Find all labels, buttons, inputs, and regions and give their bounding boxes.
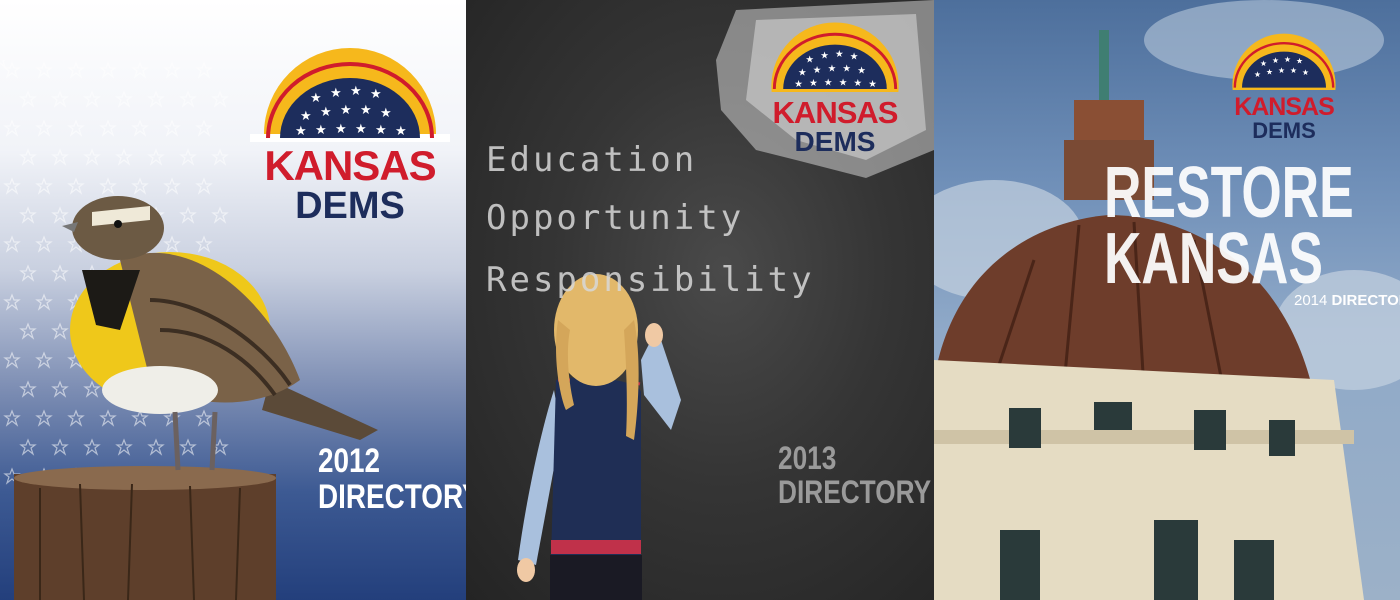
svg-text:★: ★ — [1260, 59, 1267, 68]
svg-text:★: ★ — [350, 84, 362, 99]
kansas-dems-logo: ★ ★ ★ ★ ★ ★ ★ ★ ★ KANSAS DEMS — [1224, 30, 1344, 142]
svg-text:★: ★ — [857, 66, 866, 77]
logo-kansas-text: KANSAS — [1234, 93, 1335, 121]
svg-text:★: ★ — [798, 68, 807, 79]
svg-text:★: ★ — [330, 86, 342, 101]
headline-kansas: KANSAS — [1104, 219, 1323, 300]
logo-dems-text: DEMS — [1252, 118, 1316, 143]
svg-text:★: ★ — [813, 65, 822, 76]
chalk-word-responsibility: Responsibility — [486, 260, 815, 300]
svg-text:★: ★ — [842, 63, 851, 74]
svg-text:★: ★ — [340, 103, 352, 118]
svg-text:★: ★ — [300, 109, 312, 124]
svg-text:★: ★ — [1296, 57, 1303, 66]
directory-word: DIRECTORY — [1331, 292, 1400, 309]
svg-text:★: ★ — [854, 78, 863, 89]
svg-text:★: ★ — [380, 106, 392, 121]
logo-kansas-text: KANSAS — [264, 142, 436, 189]
svg-text:★: ★ — [1302, 68, 1309, 77]
directory-word: DIRECTORY — [778, 473, 932, 510]
svg-text:★: ★ — [1290, 66, 1297, 75]
svg-text:★: ★ — [395, 124, 407, 139]
headline-restore: RESTORE — [1104, 153, 1354, 233]
restore-kansas-headline: RESTORE KANSAS — [1104, 153, 1354, 300]
directory-word: DIRECTORY — [318, 477, 466, 516]
svg-text:★: ★ — [1272, 56, 1279, 65]
cover-2013: Education Opportunity Responsibility ★ ★ ★… — [466, 0, 934, 600]
svg-text:★: ★ — [868, 79, 877, 90]
svg-text:★: ★ — [1266, 67, 1273, 76]
directory-year: 2012 — [318, 442, 381, 480]
sun-flag-icon: ★ ★ ★ ★ ★ ★ ★ ★ ★ ★ ★ ★ ★ ★ ★ — [771, 22, 899, 150]
svg-text:★: ★ — [805, 54, 814, 65]
svg-text:★: ★ — [370, 87, 382, 102]
svg-text:★: ★ — [355, 122, 367, 137]
svg-text:★: ★ — [310, 91, 322, 106]
svg-text:★: ★ — [828, 63, 837, 74]
logo-dems-text: DEMS — [794, 126, 876, 157]
directory-covers: ★ ★ ★ ★ ★ ★ ★ ★ ★ ★ ★ ★ ★ ★ ★ KANSAS DEMS 2012 DIREC… — [0, 0, 1400, 600]
svg-text:★: ★ — [820, 51, 829, 62]
kansas-dems-logo: ★ ★ ★ ★ ★ ★ ★ ★ ★ ★ ★ ★ ★ ★ ★ KANSAS DEMS — [760, 18, 910, 156]
svg-text:★: ★ — [1254, 70, 1261, 79]
svg-text:★: ★ — [794, 79, 803, 90]
svg-text:★: ★ — [835, 49, 844, 60]
svg-text:★: ★ — [335, 122, 347, 137]
cover-2014: ★ ★ ★ ★ ★ ★ ★ ★ ★ KANSAS DEMS RESTORE KANSAS 20… — [934, 0, 1400, 600]
directory-label-2014: 2014 DIRECTORY — [1294, 292, 1400, 309]
directory-year: 2014 — [1294, 292, 1328, 309]
svg-text:★: ★ — [850, 51, 859, 62]
sun-flag-icon: ★ ★ ★ ★ ★ ★ ★ ★ ★ — [1232, 33, 1336, 137]
svg-text:★: ★ — [315, 123, 327, 138]
svg-text:★: ★ — [295, 124, 307, 139]
kansas-dems-logo: ★ ★ ★ ★ ★ ★ ★ ★ ★ ★ ★ ★ ★ ★ ★ KANSAS DEMS — [250, 42, 450, 225]
chalk-word-education: Education — [486, 140, 698, 180]
svg-text:★: ★ — [824, 77, 833, 88]
svg-text:★: ★ — [320, 105, 332, 120]
logo-kansas-text: KANSAS — [772, 95, 899, 130]
svg-text:★: ★ — [360, 103, 372, 118]
chalk-word-opportunity: Opportunity — [486, 198, 745, 238]
directory-label-2013: 2013 DIRECTORY — [778, 440, 932, 510]
svg-text:★: ★ — [1284, 55, 1291, 64]
svg-text:★: ★ — [839, 77, 848, 88]
svg-text:★: ★ — [375, 123, 387, 138]
svg-text:★: ★ — [1278, 66, 1285, 75]
svg-text:★: ★ — [809, 78, 818, 89]
sun-flag-icon: ★ ★ ★ ★ ★ ★ ★ ★ ★ ★ ★ ★ ★ ★ ★ — [250, 48, 450, 220]
cover-2012: ★ ★ ★ ★ ★ ★ ★ ★ ★ ★ ★ ★ ★ ★ ★ KANSAS DEMS 2012 DIREC… — [0, 0, 466, 600]
directory-label-2012: 2012 DIRECTORY — [318, 442, 466, 516]
directory-year: 2013 — [778, 440, 837, 476]
logo-dems-text: DEMS — [295, 185, 405, 227]
